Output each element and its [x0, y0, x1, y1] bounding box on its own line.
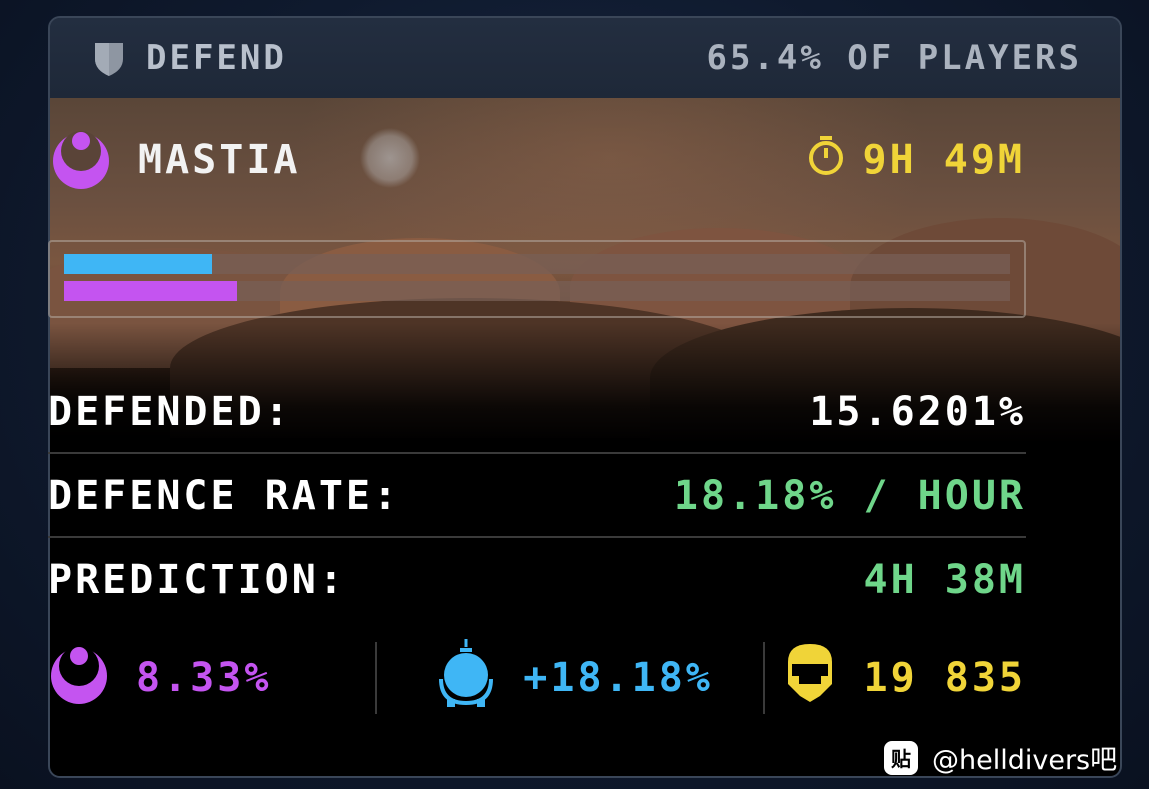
- defence-progress-track: [64, 254, 1010, 274]
- defence-rate-value: 18.18% / HOUR: [673, 473, 1026, 519]
- active-players-value: 19 835: [863, 655, 1026, 701]
- time-remaining: 9H 49M: [807, 135, 1026, 185]
- super-earth-rate: +18.18%: [377, 637, 762, 719]
- defence-rate-label: DEFENCE RATE:: [48, 473, 401, 519]
- helldiver-helmet-icon: [782, 642, 838, 714]
- player-share: 65.4% OF PLAYERS: [706, 38, 1082, 78]
- defence-rate-row: DEFENCE RATE: 18.18% / HOUR: [48, 454, 1026, 538]
- defended-value: 15.6201%: [809, 389, 1026, 435]
- defended-row: DEFENDED: 15.6201%: [48, 370, 1026, 454]
- illuminate-icon: [48, 642, 110, 714]
- planet-info: MASTIA: [50, 127, 301, 193]
- prediction-label: PREDICTION:: [48, 557, 346, 603]
- watermark: 贴 @helldivers吧: [884, 738, 1117, 777]
- campaign-summary: 8.33% +18.18% 19 835: [48, 637, 1026, 719]
- header-left: DEFEND: [92, 38, 287, 78]
- watermark-text: @helldivers吧: [932, 745, 1118, 776]
- mission-type-title: DEFEND: [146, 38, 287, 78]
- defence-progress-fill: [64, 254, 212, 274]
- tieba-logo-icon: 贴: [884, 740, 918, 775]
- enemy-regen: 8.33%: [48, 642, 375, 714]
- super-earth-rate-value: +18.18%: [523, 655, 713, 701]
- liberation-progress: [48, 240, 1026, 318]
- prediction-value: 4H 38M: [863, 557, 1026, 603]
- illuminate-icon: [50, 127, 112, 193]
- shield-icon: [92, 39, 126, 77]
- time-remaining-value: 9H 49M: [862, 137, 1025, 183]
- super-earth-icon: [435, 637, 497, 719]
- card-header: DEFEND 65.4% OF PLAYERS: [50, 18, 1120, 98]
- planet-name: MASTIA: [138, 137, 301, 183]
- enemy-progress-track: [64, 281, 1010, 301]
- stopwatch-icon: [807, 135, 845, 185]
- enemy-progress-fill: [64, 281, 238, 301]
- defended-label: DEFENDED:: [48, 389, 292, 435]
- planet-row: MASTIA 9H 49M: [50, 128, 1025, 192]
- active-players: 19 835: [765, 642, 1026, 714]
- enemy-regen-value: 8.33%: [136, 655, 272, 701]
- prediction-row: PREDICTION: 4H 38M: [48, 538, 1026, 622]
